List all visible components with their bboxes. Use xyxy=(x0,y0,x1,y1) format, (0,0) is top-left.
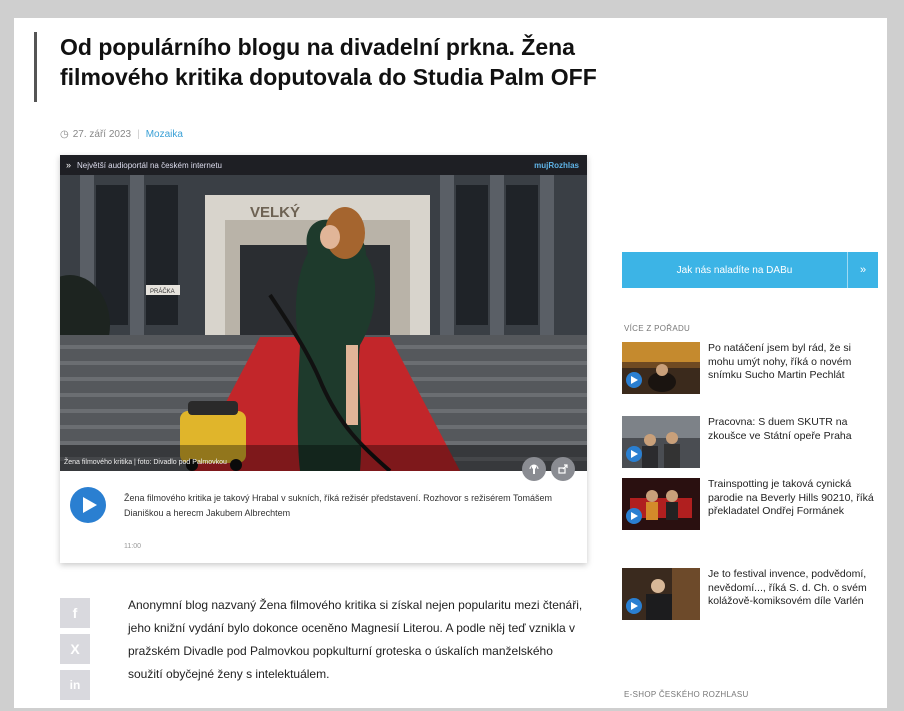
related-item-title[interactable]: Trainspotting je taková cynická parodie … xyxy=(708,478,878,519)
article-date: 27. září 2023 xyxy=(72,129,132,140)
article-meta: ◷ 27. září 2023 | Mozaika xyxy=(60,129,183,140)
play-icon[interactable] xyxy=(626,598,642,614)
play-icon[interactable] xyxy=(626,508,642,524)
photo-caption: Žena filmového kritika | foto: Divadlo p… xyxy=(64,459,227,466)
meta-separator: | xyxy=(137,129,140,140)
title-accent-bar xyxy=(34,32,37,102)
photo-door-sign-text: PRÁČKA xyxy=(150,288,175,295)
linkedin-icon: in xyxy=(69,678,81,692)
play-icon[interactable] xyxy=(626,372,642,388)
mujrozhlas-logo[interactable]: mujRozhlas xyxy=(534,161,579,170)
dab-button-label: Jak nás naladíte na DABu xyxy=(676,264,793,276)
linkedin-share-button[interactable]: in xyxy=(60,670,90,700)
episode-description: Žena filmového kritika je takový Hrabal … xyxy=(124,493,552,518)
play-icon[interactable] xyxy=(626,446,642,462)
related-item-title[interactable]: Po natáčení jsem byl rád, že si mohu umý… xyxy=(708,342,878,383)
article-photo: VELKÝ PRÁČKA xyxy=(60,175,587,471)
article-page: Od populárního blogu na divadelní prkna.… xyxy=(14,18,887,708)
related-thumbnail[interactable] xyxy=(622,342,700,394)
related-item-title[interactable]: Je to festival invence, podvědomí, nevěd… xyxy=(708,568,878,609)
related-item-title[interactable]: Pracovna: S duem SKUTR na zkoušce ve Stá… xyxy=(708,416,878,443)
more-from-show-heading: VÍCE Z POŘADU xyxy=(624,324,691,333)
x-share-button[interactable]: X xyxy=(60,634,90,664)
play-icon xyxy=(83,497,97,513)
player-top-label: Největší audioportál na českém internetu xyxy=(77,160,222,170)
photo-sign-text: VELKÝ xyxy=(250,203,300,221)
eshop-heading: E-SHOP ČESKÉHO ROZHLASU xyxy=(624,690,749,699)
related-thumbnail[interactable] xyxy=(622,416,700,468)
article-category-link[interactable]: Mozaika xyxy=(146,129,183,140)
related-item[interactable]: Pracovna: S duem SKUTR na zkoušce ve Stá… xyxy=(622,416,882,470)
related-thumbnail[interactable] xyxy=(622,568,700,620)
share-icon[interactable] xyxy=(551,457,575,481)
dab-tuning-button[interactable]: Jak nás naladíte na DABu » xyxy=(622,252,878,288)
related-item[interactable]: Po natáčení jsem byl rád, že si mohu umý… xyxy=(622,342,882,396)
chevron-right-icon: » xyxy=(66,160,72,170)
facebook-icon: f xyxy=(72,605,78,621)
double-chevron-right-icon: » xyxy=(847,252,878,288)
play-button[interactable] xyxy=(70,487,106,523)
related-thumbnail[interactable] xyxy=(622,478,700,530)
audio-player-card: » Největší audioportál na českém interne… xyxy=(60,155,587,563)
related-item[interactable]: Je to festival invence, podvědomí, nevěd… xyxy=(622,568,882,650)
episode-duration: 11:00 xyxy=(124,543,141,550)
x-icon: X xyxy=(70,641,80,657)
podcast-icon[interactable] xyxy=(522,457,546,481)
facebook-share-button[interactable]: f xyxy=(60,598,90,628)
clock-icon: ◷ xyxy=(60,129,69,140)
player-top-bar: » Největší audioportál na českém interne… xyxy=(60,155,587,175)
article-perex: Anonymní blog nazvaný Žena filmového kri… xyxy=(128,598,583,681)
article-title: Od populárního blogu na divadelní prkna.… xyxy=(60,34,597,90)
related-item[interactable]: Trainspotting je taková cynická parodie … xyxy=(622,478,882,560)
